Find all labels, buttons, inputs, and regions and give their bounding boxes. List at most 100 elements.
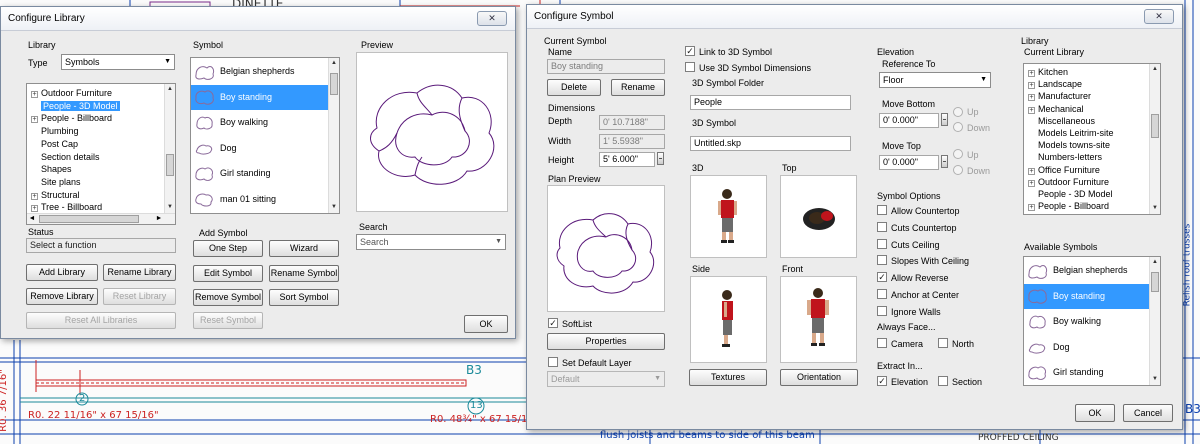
tree-expand-icon[interactable]: + — [31, 192, 38, 200]
3d-folder-field[interactable]: People — [690, 95, 851, 110]
scroll-up-icon[interactable]: ▲ — [165, 84, 175, 95]
library-dialog-titlebar[interactable]: Configure Library ✕ — [1, 7, 515, 31]
rename-symbol-button[interactable]: Rename Symbol — [269, 265, 339, 282]
type-select[interactable]: Symbols ▼ — [61, 54, 175, 70]
tree-item[interactable]: + People - Billboard — [31, 113, 112, 124]
scroll-thumb[interactable] — [39, 215, 139, 223]
library-tree-vscroll[interactable]: ▲ ▼ — [164, 84, 175, 213]
move-top-field[interactable]: 0' 0.000" — [879, 155, 939, 170]
symbol-dialog-titlebar[interactable]: Configure Symbol ✕ — [527, 5, 1182, 29]
tree-expand-icon[interactable]: + — [1028, 204, 1035, 212]
scroll-down-icon[interactable]: ▼ — [165, 202, 175, 213]
tree-expand-icon[interactable]: + — [1028, 106, 1035, 114]
orientation-button[interactable]: Orientation — [780, 369, 858, 386]
sort-symbol-button[interactable]: Sort Symbol — [269, 289, 339, 306]
remove-symbol-button[interactable]: Remove Symbol — [193, 289, 263, 306]
rename-button[interactable]: Rename — [611, 79, 665, 96]
symbol-list-vscroll[interactable]: ▲ ▼ — [328, 58, 339, 213]
scroll-right-icon[interactable]: ► — [154, 214, 164, 224]
symbol-list-item[interactable]: Girl standing — [191, 161, 328, 186]
link-3d-checkbox[interactable]: ✓ — [685, 46, 695, 56]
edit-symbol-button[interactable]: Edit Symbol — [193, 265, 263, 282]
height-field[interactable]: 5' 6.000" — [599, 152, 655, 167]
move-top-down-radio[interactable] — [953, 165, 963, 175]
tree-item[interactable]: Site plans — [31, 177, 81, 188]
wizard-button[interactable]: Wizard — [269, 240, 339, 257]
symbol-list-item[interactable]: Girl standing — [1024, 360, 1149, 385]
tree-item[interactable]: People - 3D Model — [1028, 189, 1113, 200]
reference-to-select[interactable]: Floor ▼ — [879, 72, 991, 88]
tree-item[interactable]: People - 3D Model — [31, 100, 120, 112]
rename-library-button[interactable]: Rename Library — [103, 264, 176, 281]
symbol-list-item[interactable]: Dog — [191, 136, 328, 161]
symbol-option-checkbox[interactable] — [877, 255, 887, 266]
tree-expand-icon[interactable]: + — [1028, 94, 1035, 102]
scroll-thumb[interactable] — [1151, 114, 1159, 138]
current-library-tree[interactable]: + Kitchen + Landscape + Manufacturer + Mechanic… — [1023, 63, 1161, 215]
tree-item[interactable]: + Landscape — [1028, 79, 1082, 90]
tree-item[interactable]: + Outdoor Furniture — [1028, 177, 1109, 188]
tree-item[interactable]: + Mechanical — [1028, 104, 1084, 115]
tree-item[interactable]: Section details — [31, 152, 100, 163]
available-symbols-list[interactable]: Belgian shepherds Boy standing Boy walking… — [1023, 256, 1161, 386]
move-bottom-field[interactable]: 0' 0.000" — [879, 113, 939, 128]
scroll-thumb[interactable] — [330, 73, 338, 95]
textures-button[interactable]: Textures — [689, 369, 767, 386]
camera-checkbox[interactable] — [877, 338, 887, 348]
symbol-list-item[interactable]: Belgian shepherds — [191, 59, 328, 84]
move-bottom-up-radio[interactable] — [953, 107, 963, 117]
symbol-list-item[interactable]: Belgian shepherds — [1024, 258, 1149, 283]
scroll-down-icon[interactable]: ▼ — [1150, 374, 1160, 385]
use-3d-dimensions-checkbox[interactable] — [685, 62, 695, 72]
north-checkbox[interactable] — [938, 338, 948, 348]
set-default-layer-checkbox[interactable] — [548, 357, 558, 367]
move-top-up-radio[interactable] — [953, 149, 963, 159]
reset-library-button[interactable]: Reset Library — [103, 288, 176, 305]
tree-expand-icon[interactable]: + — [1028, 179, 1035, 187]
tree-item[interactable]: + Kitchen — [1028, 67, 1068, 78]
symbol-option-checkbox[interactable] — [877, 221, 887, 232]
extract-elevation-checkbox[interactable]: ✓ — [877, 376, 887, 386]
scroll-up-icon[interactable]: ▲ — [329, 58, 339, 69]
symbol-option-checkbox[interactable] — [877, 205, 887, 215]
add-library-button[interactable]: Add Library — [26, 264, 98, 281]
tree-item[interactable]: Numbers-letters — [1028, 152, 1102, 163]
tree-item[interactable]: + Tree - Billboard — [31, 202, 102, 213]
symbol-list-item[interactable]: Dog — [1024, 335, 1149, 360]
current-library-vscroll[interactable]: ▲ ▼ — [1149, 64, 1160, 214]
tree-item[interactable]: Miscellaneous — [1028, 116, 1095, 127]
remove-library-button[interactable]: Remove Library — [26, 288, 98, 305]
symbol-list-item[interactable]: Boy walking — [191, 110, 328, 135]
symbol-option-checkbox[interactable] — [877, 238, 887, 249]
tree-expand-icon[interactable]: + — [1028, 70, 1035, 77]
move-top-spinner[interactable] — [941, 155, 948, 168]
symbol-option-checkbox[interactable] — [877, 305, 887, 316]
extract-section-checkbox[interactable] — [938, 376, 948, 386]
symbol-ok-button[interactable]: OK — [1075, 404, 1115, 422]
symbol-list-item[interactable]: Boy standing — [1024, 283, 1149, 309]
3d-symbol-field[interactable]: Untitled.skp — [690, 136, 851, 151]
tree-item[interactable]: Post Cap — [31, 139, 78, 150]
symbol-list-item[interactable]: man 01 sitting — [191, 187, 328, 212]
scroll-up-icon[interactable]: ▲ — [1150, 257, 1160, 268]
tree-expand-icon[interactable]: + — [31, 91, 38, 98]
symbol-option-checkbox[interactable]: ✓ — [877, 272, 887, 283]
move-bottom-down-radio[interactable] — [953, 122, 963, 132]
tree-expand-icon[interactable]: + — [31, 116, 38, 124]
layer-select[interactable]: Default ▼ — [547, 371, 665, 387]
reset-symbol-button[interactable]: Reset Symbol — [193, 312, 263, 329]
library-tree[interactable]: + Outdoor Furniture People - 3D Model + Peop… — [26, 83, 176, 225]
tree-expand-icon[interactable]: + — [1028, 167, 1035, 175]
tree-item[interactable]: Plumbing — [31, 126, 79, 137]
one-step-button[interactable]: One Step — [193, 240, 263, 257]
library-tree-hscroll[interactable]: ◄ ► — [27, 213, 175, 224]
library-dialog-close-button[interactable]: ✕ — [477, 11, 507, 26]
move-bottom-spinner[interactable] — [941, 113, 948, 126]
scroll-left-icon[interactable]: ◄ — [27, 214, 37, 224]
symbol-list[interactable]: Belgian shepherds Boy standing Boy walking… — [190, 57, 340, 214]
tree-expand-icon[interactable]: + — [1028, 82, 1035, 90]
tree-item[interactable]: Models towns-site — [1028, 140, 1110, 151]
symbol-dialog-close-button[interactable]: ✕ — [1144, 9, 1174, 24]
symbol-list-item[interactable]: Boy standing — [191, 84, 328, 110]
library-ok-button[interactable]: OK — [464, 315, 508, 333]
